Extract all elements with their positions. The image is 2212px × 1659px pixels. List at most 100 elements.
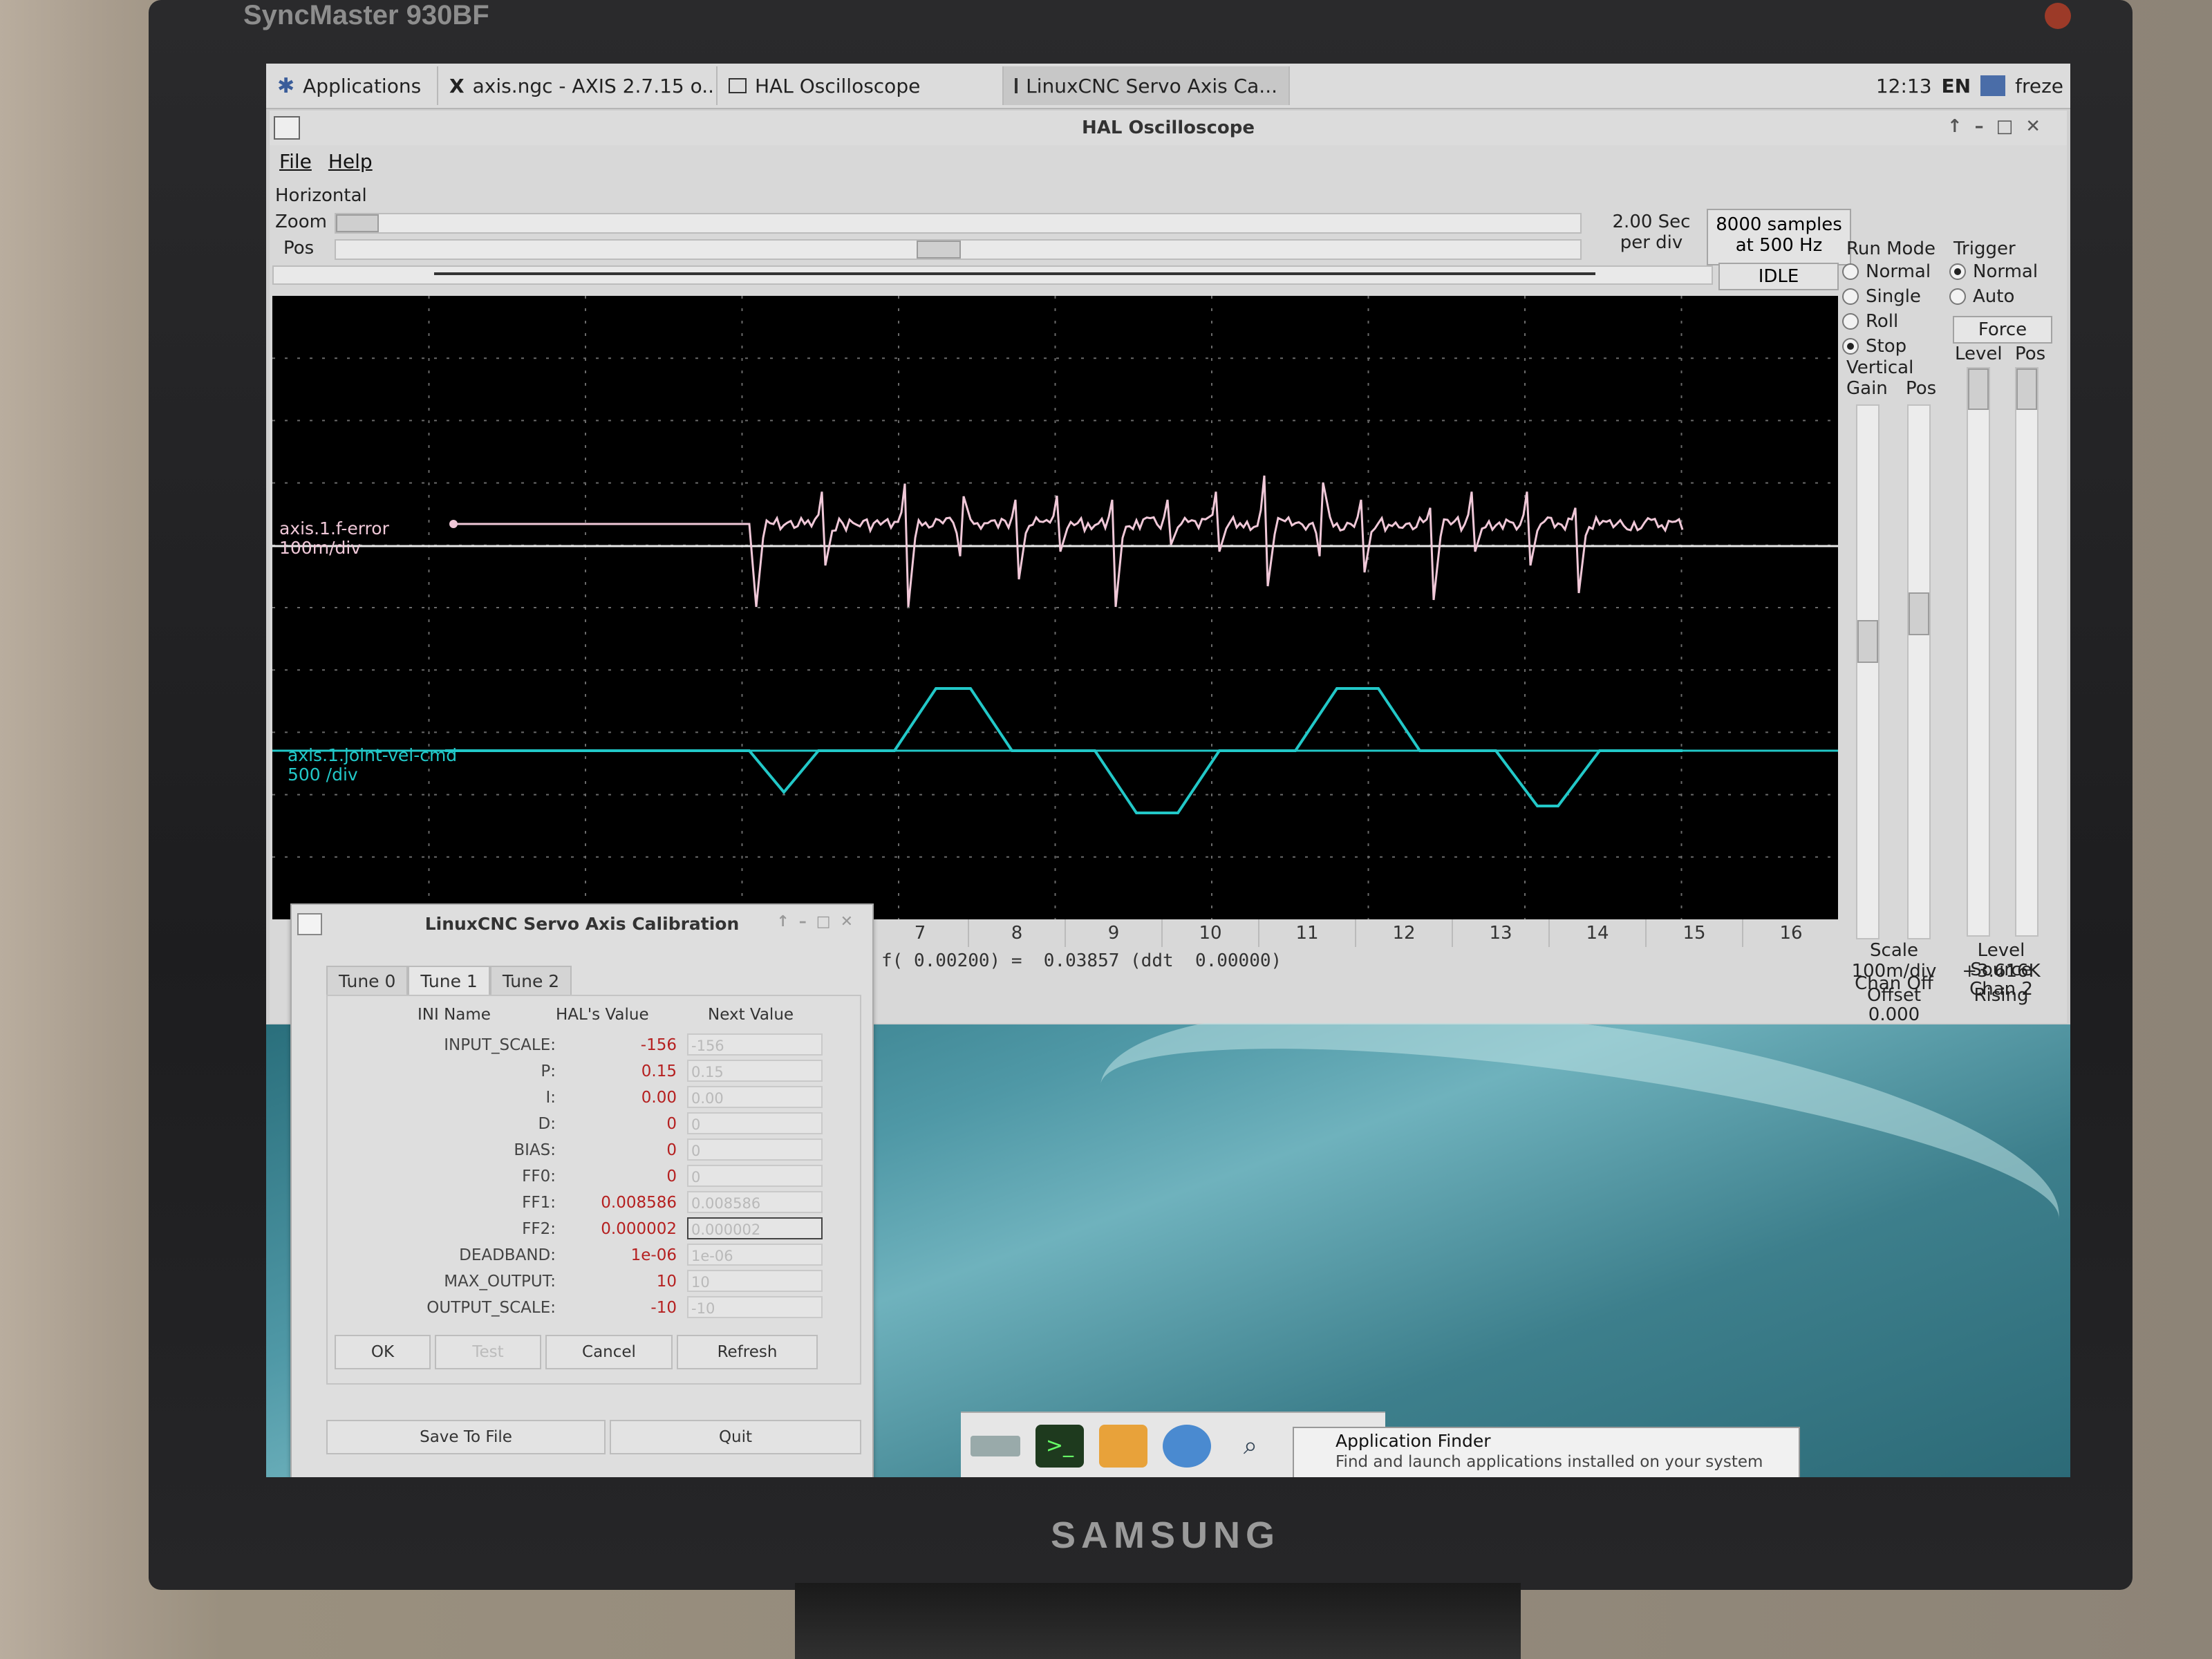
channel-1-trace [453,475,1684,608]
save-to-file-button[interactable]: Save To File [326,1420,606,1454]
menu-help[interactable]: Help [328,150,373,173]
power-icon[interactable] [2045,3,2071,29]
tooltip-title: Application Finder [1335,1431,1491,1451]
x-tick: 8 [968,919,1065,947]
param-next-value-input[interactable]: 0 [687,1138,823,1161]
param-name: FF1: [522,1194,556,1212]
pos-slider[interactable] [335,239,1582,260]
trigger-pos-thumb[interactable] [2016,368,2037,410]
horizontal-frame: Horizontal Zoom Pos 2.00 Sec per div 800… [272,184,1956,294]
trigger-level-thumb[interactable] [1968,368,1989,410]
screen: ✱ Applications X axis.ngc - AXIS 2.7.15 … [266,64,2070,1477]
menu-file[interactable]: File [279,150,312,173]
drive-icon[interactable] [971,1435,1020,1456]
param-hal-value: 0 [666,1141,677,1159]
trigger-auto[interactable]: Auto [1949,284,2060,309]
window-menu-icon[interactable] [274,116,300,140]
trigger-level-info-label: Level [1977,940,2025,961]
run-mode-single-label: Single [1866,286,1921,307]
folder-icon[interactable] [1099,1424,1147,1468]
chan-off-button[interactable]: Chan Off [1842,973,1946,994]
param-next-value-input[interactable]: 1e-06 [687,1244,823,1266]
quit-button[interactable]: Quit [610,1420,861,1454]
test-button[interactable]: Test [435,1335,541,1369]
vertical-pos-thumb[interactable] [1909,592,1929,635]
trigger-normal[interactable]: Normal [1949,259,2060,284]
search-icon[interactable]: ⌕ [1226,1425,1275,1468]
ok-button[interactable]: OK [335,1335,431,1369]
param-name: I: [545,1089,556,1107]
cancel-button[interactable]: Cancel [545,1335,673,1369]
trigger-group: Trigger Normal Auto [1949,238,2060,309]
window-controls-icon[interactable]: ↑–□✕ [1947,116,2053,137]
run-mode-roll[interactable]: Roll [1842,309,1946,334]
scope-plot[interactable]: axis.1.f-error 100m/div axis.1.joint-vel… [272,296,1838,919]
run-mode-normal[interactable]: Normal [1842,259,1946,284]
param-next-value-input[interactable]: -156 [687,1033,823,1056]
taskbar-axis[interactable]: X axis.ngc - AXIS 2.7.15 o... [438,66,718,105]
calibration-dialog: LinuxCNC Servo Axis Calibration ↑–□✕ Tun… [290,903,874,1477]
header-next-value: Next Value [708,1006,794,1024]
user-name[interactable]: freze [2015,75,2063,97]
tab-tune-0[interactable]: Tune 0 [326,966,409,995]
param-hal-value: -156 [640,1036,677,1054]
menu-bar: File Help [270,145,2067,177]
applications-menu[interactable]: ✱ Applications [266,66,438,105]
run-mode-label: Run Mode [1846,238,1936,259]
run-mode-stop[interactable]: Stop [1842,334,1946,359]
record-window-marker [434,272,1595,275]
refresh-button[interactable]: Refresh [677,1335,818,1369]
run-mode-stop-label: Stop [1866,336,1907,357]
x-tick: 12 [1355,919,1452,947]
param-next-value-input[interactable]: 0.00 [687,1086,823,1108]
terminal-icon[interactable]: >_ [1035,1424,1084,1468]
scope-state: IDLE [1718,263,1839,290]
trigger-label: Trigger [1953,238,2016,259]
monitor-model-label: SyncMaster 930BF [243,0,489,30]
force-trigger-button[interactable]: Force [1953,316,2052,344]
window-menu-icon[interactable] [297,913,322,935]
param-hal-value: 0.000002 [601,1220,677,1238]
taskbar-oscilloscope[interactable]: HAL Oscilloscope [718,66,1004,105]
param-hal-value: 0.15 [641,1062,677,1080]
taskbar-calibration[interactable]: LinuxCNC Servo Axis Ca... [1004,66,1290,105]
parameter-row: P: 0.15 0.15 [328,1058,860,1085]
vertical-label: Vertical [1846,357,1914,378]
monitor-stand [795,1583,1521,1659]
tab-tune-2[interactable]: Tune 2 [489,966,572,995]
param-next-value-input[interactable]: 0.000002 [687,1217,823,1239]
param-next-value-input[interactable]: 0.008586 [687,1191,823,1213]
channel-2-name: axis.1.joint-vel-cmd [288,745,458,765]
pos-slider-thumb[interactable] [917,241,961,259]
record-position-bar [272,265,1713,285]
param-next-value-input[interactable]: 0 [687,1165,823,1187]
oscilloscope-titlebar[interactable]: HAL Oscilloscope ↑–□✕ [270,111,2067,145]
param-next-value-input[interactable]: 0.15 [687,1060,823,1082]
param-next-value-input[interactable]: -10 [687,1296,823,1318]
sample-info[interactable]: 8000 samples at 500 Hz [1707,209,1851,265]
tab-tune-1[interactable]: Tune 1 [408,966,490,995]
zoom-slider-thumb[interactable] [336,214,379,232]
param-next-value-input[interactable]: 10 [687,1270,823,1292]
vertical-pos-slider[interactable] [1907,404,1931,939]
vertical-gain-slider[interactable] [1856,404,1880,939]
window-controls-icon[interactable]: ↑–□✕ [776,913,863,930]
vertical-gain-thumb[interactable] [1857,620,1878,663]
keyboard-layout[interactable]: EN [1942,75,1971,97]
clock[interactable]: 12:13 [1876,75,1932,97]
param-hal-value: 0.00 [641,1089,677,1107]
network-icon[interactable] [1980,75,2006,96]
trigger-pos-slider[interactable] [2015,367,2038,937]
x-tick: 10 [1161,919,1258,947]
radio-icon [1842,288,1859,305]
param-hal-value: 0 [666,1115,677,1133]
param-next-value-input[interactable]: 0 [687,1112,823,1134]
trigger-level-slider[interactable] [1967,367,1990,937]
calibration-titlebar[interactable]: LinuxCNC Servo Axis Calibration ↑–□✕ [292,905,872,942]
param-name: D: [538,1115,556,1133]
zoom-slider[interactable] [335,213,1582,234]
run-mode-single[interactable]: Single [1842,284,1946,309]
browser-icon[interactable] [1163,1424,1211,1468]
header-ini-name: INI Name [418,1006,491,1024]
trigger-source-value[interactable]: Chan 2 [1949,979,2053,1000]
